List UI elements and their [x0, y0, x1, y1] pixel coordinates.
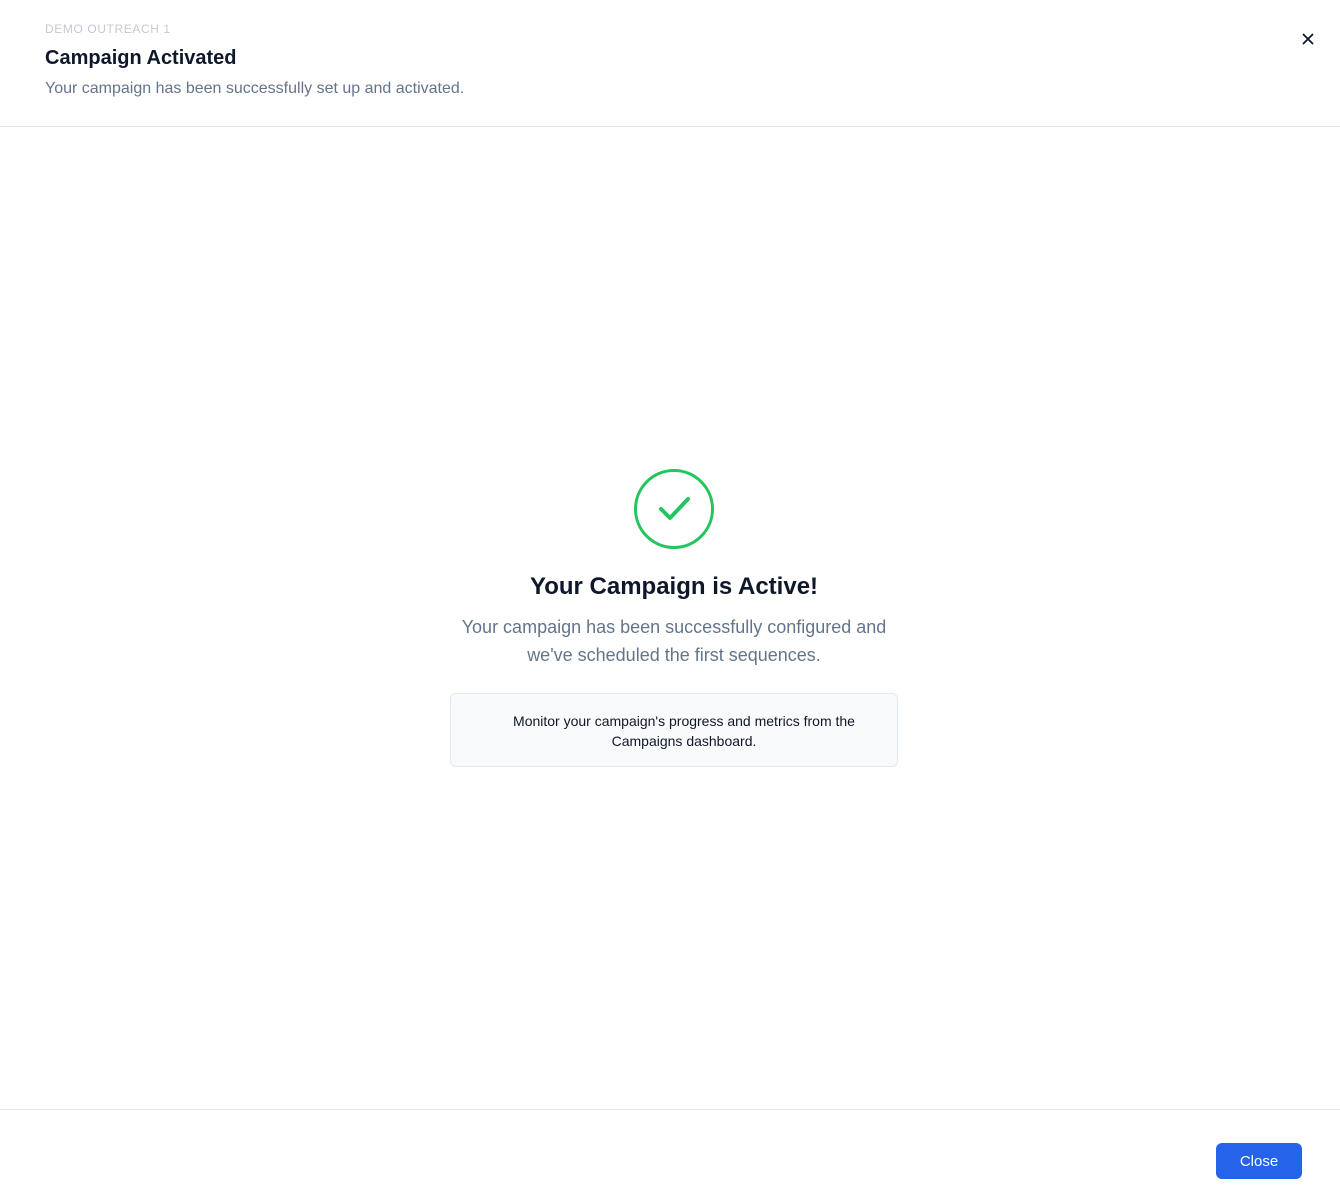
dashboard-info-box: Monitor your campaign's progress and met… [450, 693, 898, 767]
close-icon [1301, 32, 1315, 49]
dialog-header: DEMO OUTREACH 1 Campaign Activated Your … [0, 0, 1340, 127]
campaign-name-eyebrow: DEMO OUTREACH 1 [45, 22, 171, 36]
success-description: Your campaign has been successfully conf… [461, 617, 887, 665]
check-circle-icon [634, 469, 714, 549]
close-dialog-button[interactable] [1296, 28, 1320, 52]
dialog-title: Campaign Activated [45, 47, 237, 69]
close-button[interactable]: Close [1216, 1143, 1302, 1179]
dialog-footer: Close [0, 1109, 1340, 1200]
dashboard-info-text: Monitor your campaign's progress and met… [513, 713, 855, 749]
success-headline: Your Campaign is Active! [529, 573, 819, 600]
dialog-body: Your Campaign is Active! Your campaign h… [0, 127, 1340, 1109]
campaign-activated-dialog: DEMO OUTREACH 1 Campaign Activated Your … [0, 0, 1340, 1200]
dialog-subtitle: Your campaign has been successfully set … [45, 80, 465, 97]
